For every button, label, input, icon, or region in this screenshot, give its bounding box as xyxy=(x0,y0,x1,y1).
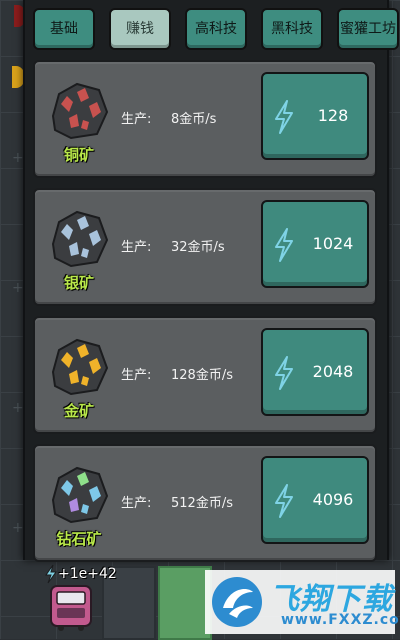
generator-machine-icon[interactable] xyxy=(48,580,94,632)
buy-gold-mine-button[interactable]: 2048 xyxy=(261,328,369,416)
production-label: 生产: xyxy=(121,368,152,383)
shop-panel: 基础 赚钱 高科技 黑科技 蜜獾工坊 铜矿 生产: 8金币/s 128 银矿 生… xyxy=(23,0,399,562)
watermark: 飞翔下载 www.FXXZ.com xyxy=(205,570,400,634)
lightning-icon xyxy=(275,356,293,390)
grid-slot-selected[interactable] xyxy=(158,566,212,640)
production-label: 生产: xyxy=(121,240,152,255)
gold-ore-icon xyxy=(51,338,109,396)
cost-value: 128 xyxy=(317,106,349,125)
mine-list: 铜矿 生产: 8金币/s 128 银矿 生产: 32金币/s 1024 金矿 生… xyxy=(33,60,377,572)
lightning-icon xyxy=(275,228,293,262)
lightning-icon xyxy=(45,564,57,584)
buy-copper-mine-button[interactable]: 128 xyxy=(261,72,369,160)
mine-name: 铜矿 xyxy=(63,146,94,164)
mine-name: 银矿 xyxy=(63,274,94,292)
grid-plus-mark: + xyxy=(12,150,24,166)
buy-diamond-mine-button[interactable]: 4096 xyxy=(261,456,369,544)
grid-plus-mark: + xyxy=(12,280,24,296)
production-label: 生产: xyxy=(121,112,152,127)
cost-value: 1024 xyxy=(312,234,354,253)
tab-honey-badger-workshop[interactable]: 蜜獾工坊 xyxy=(337,8,399,50)
lightning-icon xyxy=(275,100,293,134)
production-label: 生产: xyxy=(121,496,152,511)
mine-name: 金矿 xyxy=(63,402,94,420)
watermark-subtitle: www.FXXZ.com xyxy=(281,612,400,628)
silver-ore-icon xyxy=(51,210,109,268)
category-tabs: 基础 赚钱 高科技 黑科技 蜜獾工坊 xyxy=(33,8,399,54)
production-rate: 128金币/s xyxy=(171,368,233,383)
mine-card-gold: 金矿 生产: 128金币/s 2048 xyxy=(33,316,377,434)
tab-black-tech[interactable]: 黑科技 xyxy=(261,8,323,50)
tab-high-tech[interactable]: 高科技 xyxy=(185,8,247,50)
production-rate: 512金币/s xyxy=(171,496,233,511)
cost-value: 2048 xyxy=(312,362,354,381)
production-rate: 8金币/s xyxy=(171,112,217,127)
mine-card-diamond: 钻石矿 生产: 512金币/s 4096 xyxy=(33,444,377,562)
mine-card-silver: 银矿 生产: 32金币/s 1024 xyxy=(33,188,377,306)
cost-value: 4096 xyxy=(312,490,354,509)
mine-name: 钻石矿 xyxy=(56,530,102,548)
buy-silver-mine-button[interactable]: 1024 xyxy=(261,200,369,288)
diamond-ore-icon xyxy=(51,466,109,524)
site-logo xyxy=(212,577,262,627)
lightning-icon xyxy=(275,484,293,518)
tab-basic[interactable]: 基础 xyxy=(33,8,95,50)
income-value: +1e+42 xyxy=(58,566,117,582)
copper-ore-icon xyxy=(51,82,109,140)
mine-card-copper: 铜矿 生产: 8金币/s 128 xyxy=(33,60,377,178)
grid-plus-mark: + xyxy=(12,400,24,416)
production-rate: 32金币/s xyxy=(171,240,225,255)
grid-plus-mark: + xyxy=(12,520,24,536)
tab-earn-money[interactable]: 赚钱 xyxy=(109,8,171,50)
